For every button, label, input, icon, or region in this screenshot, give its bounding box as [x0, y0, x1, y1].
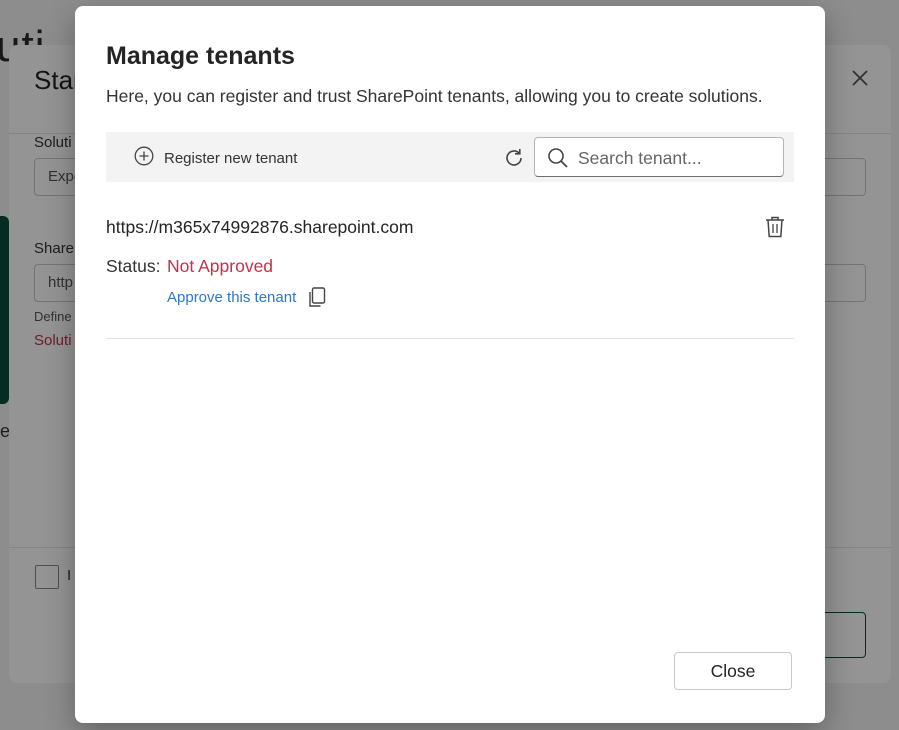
status-badge: Not Approved: [167, 256, 274, 276]
dialog-title: Manage tenants: [106, 42, 295, 70]
add-circle-icon: [134, 146, 154, 171]
search-box[interactable]: [534, 137, 784, 177]
status-label: Status:: [106, 256, 161, 276]
search-icon: [547, 147, 569, 169]
tenant-divider: [106, 338, 794, 339]
trash-icon[interactable]: [764, 215, 786, 239]
dialog-description: Here, you can register and trust SharePo…: [106, 86, 763, 106]
tenant-url: https://m365x74992876.sharepoint.com: [106, 217, 414, 237]
approve-tenant-link[interactable]: Approve this tenant: [167, 289, 296, 306]
search-tenant-input[interactable]: [576, 144, 778, 172]
tenant-toolbar: Register new tenant: [106, 132, 794, 182]
copy-icon[interactable]: [308, 287, 326, 308]
register-new-tenant-label: Register new tenant: [164, 149, 298, 167]
manage-tenants-dialog: Manage tenants Here, you can register an…: [75, 6, 825, 723]
refresh-icon[interactable]: [502, 146, 526, 170]
close-button[interactable]: Close: [674, 652, 792, 690]
register-new-tenant-button[interactable]: Register new tenant: [134, 146, 297, 170]
